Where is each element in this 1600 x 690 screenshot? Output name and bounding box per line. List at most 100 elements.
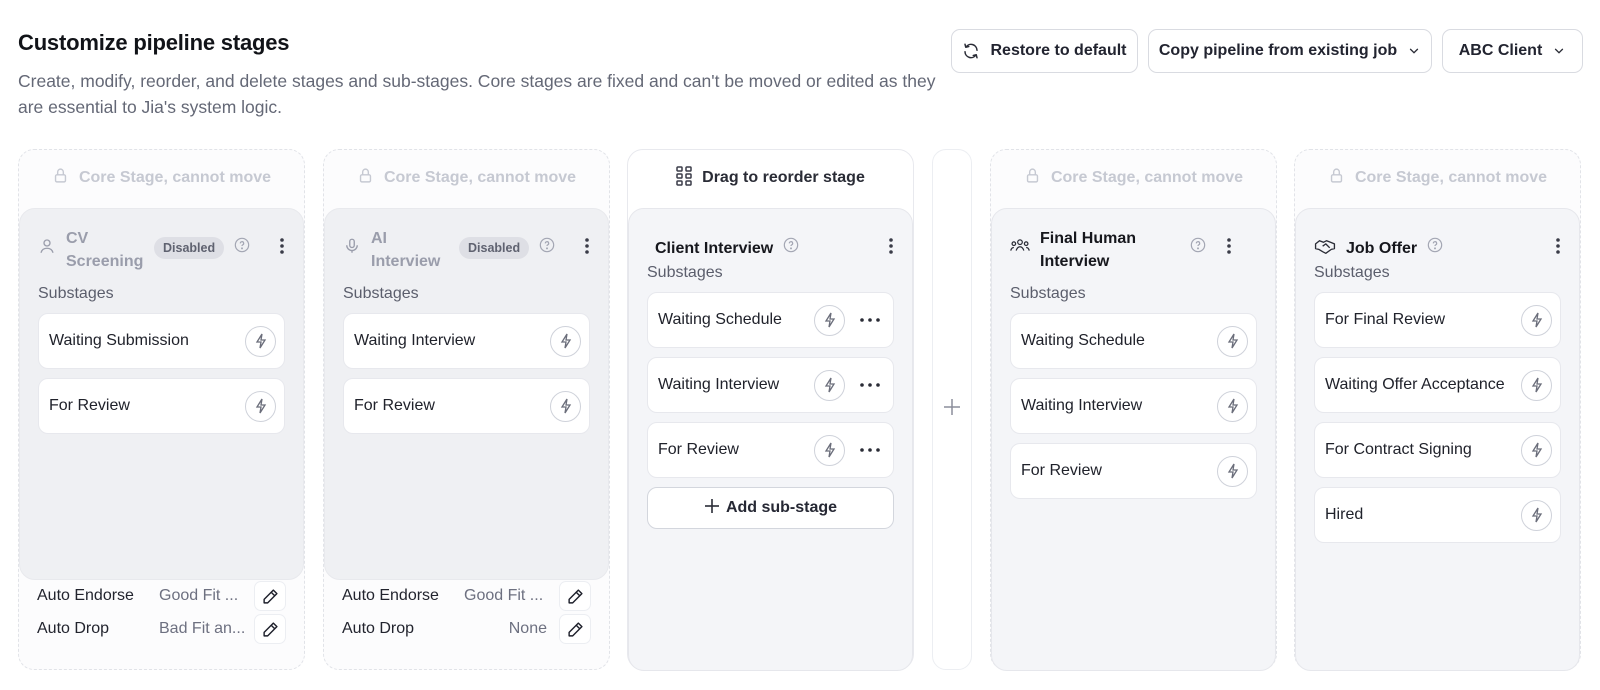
substage-label: Waiting Interview — [1021, 397, 1143, 414]
restore-default-label: Restore to default — [990, 42, 1127, 59]
chevron-down-icon — [1407, 44, 1421, 58]
core-stage-label: Core Stage, cannot move — [383, 169, 577, 186]
people-group-icon — [1010, 237, 1030, 260]
substage-item[interactable]: Waiting Interview — [343, 313, 590, 369]
automation-bolt-icon[interactable] — [1521, 369, 1552, 401]
substage-item[interactable]: For Review — [647, 422, 894, 478]
kebab-menu-icon[interactable] — [279, 237, 285, 260]
substage-item[interactable]: Waiting Interview — [647, 357, 894, 413]
substages-label: Substages — [1010, 285, 1086, 302]
drag-handle[interactable]: Drag to reorder stage — [628, 160, 913, 196]
substage-item[interactable]: For Review — [38, 378, 285, 434]
restore-default-button[interactable]: Restore to default — [951, 29, 1138, 73]
copy-pipeline-dropdown[interactable]: Copy pipeline from existing job — [1148, 29, 1432, 73]
grid-handle-icon — [676, 165, 692, 191]
copy-pipeline-label: Copy pipeline from existing job — [1158, 42, 1398, 59]
stage-name: AI Interview — [371, 230, 441, 270]
refresh-icon — [962, 42, 980, 60]
kebab-menu-icon[interactable] — [1226, 237, 1232, 260]
stage-card[interactable]: Client Interview Substages Waiting Sched… — [628, 208, 913, 671]
auto-endorse-value: Good Fit ... — [159, 587, 239, 604]
stage-name: Client Interview — [655, 240, 774, 257]
drag-label: Drag to reorder stage — [702, 169, 865, 186]
kebab-menu-icon[interactable] — [1555, 237, 1561, 260]
auto-drop-value: None — [508, 620, 547, 637]
edit-pencil-icon[interactable] — [559, 581, 591, 611]
kebab-menu-icon[interactable] — [584, 237, 590, 260]
substage-item[interactable]: Waiting Submission — [38, 313, 285, 369]
substage-label: For Review — [1021, 462, 1102, 479]
substage-item[interactable]: For Review — [1010, 443, 1257, 499]
edit-pencil-icon[interactable] — [254, 614, 286, 644]
auto-drop-row: Auto Drop None — [342, 614, 591, 644]
client-selector-label: ABC Client — [1458, 42, 1543, 59]
automation-bolt-icon[interactable] — [1217, 455, 1248, 487]
automation-bolt-icon[interactable] — [550, 390, 581, 422]
lock-icon — [357, 166, 374, 190]
substage-label: Hired — [1325, 506, 1364, 523]
substage-item[interactable]: Waiting Offer Acceptance — [1314, 357, 1561, 413]
auto-endorse-row: Auto Endorse Good Fit ... — [37, 581, 286, 611]
substage-label: For Review — [354, 397, 435, 414]
substage-item[interactable]: For Review — [343, 378, 590, 434]
substage-item[interactable]: Waiting Interview — [1010, 378, 1257, 434]
substage-item[interactable]: For Contract Signing — [1314, 422, 1561, 478]
auto-endorse-row: Auto Endorse Good Fit ... — [342, 581, 591, 611]
auto-endorse-label: Auto Endorse — [342, 587, 439, 604]
substage-label: For Review — [658, 441, 739, 458]
automation-bolt-icon[interactable] — [814, 304, 845, 336]
substage-item[interactable]: Waiting Schedule — [647, 292, 894, 348]
more-options-icon[interactable] — [855, 383, 885, 387]
core-stage-header: Core Stage, cannot move — [991, 160, 1276, 196]
help-icon[interactable] — [1190, 237, 1206, 258]
stage-column-job-offer: Core Stage, cannot move Job Offer Substa… — [1294, 149, 1581, 671]
stage-column-client-interview[interactable]: Drag to reorder stage Client Interview S… — [627, 149, 914, 671]
automation-bolt-icon[interactable] — [550, 325, 581, 357]
auto-endorse-label: Auto Endorse — [37, 587, 134, 604]
automation-bolt-icon[interactable] — [1217, 325, 1248, 357]
help-icon[interactable] — [234, 237, 250, 258]
stage-card[interactable]: Final Human Interview Substages Waiting … — [991, 208, 1276, 671]
client-selector-dropdown[interactable]: ABC Client — [1442, 29, 1583, 73]
substage-label: Waiting Offer Acceptance — [1325, 376, 1505, 393]
stage-name: Job Offer — [1346, 240, 1418, 257]
substage-item[interactable]: For Final Review — [1314, 292, 1561, 348]
substages-label: Substages — [1314, 264, 1390, 281]
substage-item[interactable]: Hired — [1314, 487, 1561, 543]
automation-bolt-icon[interactable] — [1521, 499, 1552, 531]
help-icon[interactable] — [539, 237, 555, 258]
more-options-icon[interactable] — [855, 448, 885, 452]
substage-label: Waiting Submission — [49, 332, 189, 349]
automation-bolt-icon[interactable] — [1521, 304, 1552, 336]
substage-item[interactable]: Waiting Schedule — [1010, 313, 1257, 369]
help-icon[interactable] — [783, 237, 799, 258]
more-options-icon[interactable] — [855, 318, 885, 322]
stage-card[interactable]: CV Screening Disabled Substages Waiting … — [19, 208, 304, 580]
add-stage-button[interactable] — [932, 149, 972, 670]
handshake-icon — [1314, 239, 1336, 260]
core-stage-label: Core Stage, cannot move — [1050, 169, 1244, 186]
core-stage-header: Core Stage, cannot move — [1295, 160, 1580, 196]
core-stage-header: Core Stage, cannot move — [19, 160, 304, 196]
auto-drop-label: Auto Drop — [37, 620, 110, 637]
add-substage-button[interactable]: Add sub-stage — [647, 487, 894, 529]
kebab-menu-icon[interactable] — [888, 237, 894, 260]
automation-bolt-icon[interactable] — [245, 325, 276, 357]
automation-bolt-icon[interactable] — [1521, 434, 1552, 466]
stage-card[interactable]: Job Offer Substages For Final Review Wai… — [1295, 208, 1580, 671]
substages-label: Substages — [38, 285, 114, 302]
disabled-badge: Disabled — [154, 237, 225, 259]
automation-bolt-icon[interactable] — [814, 369, 845, 401]
automation-bolt-icon[interactable] — [1217, 390, 1248, 422]
stage-column-ai-interview: Core Stage, cannot move AI Interview Dis… — [323, 149, 610, 670]
edit-pencil-icon[interactable] — [559, 614, 591, 644]
help-icon[interactable] — [1427, 237, 1443, 258]
stage-card[interactable]: AI Interview Disabled Substages Waiting … — [324, 208, 609, 580]
edit-pencil-icon[interactable] — [254, 581, 286, 611]
lock-icon — [52, 166, 69, 190]
automation-bolt-icon[interactable] — [814, 434, 845, 466]
substage-label: Waiting Schedule — [658, 311, 782, 328]
automation-bolt-icon[interactable] — [245, 390, 276, 422]
substage-label: For Review — [49, 397, 130, 414]
stage-column-final-human-interview: Core Stage, cannot move Final Human Inte… — [990, 149, 1277, 671]
